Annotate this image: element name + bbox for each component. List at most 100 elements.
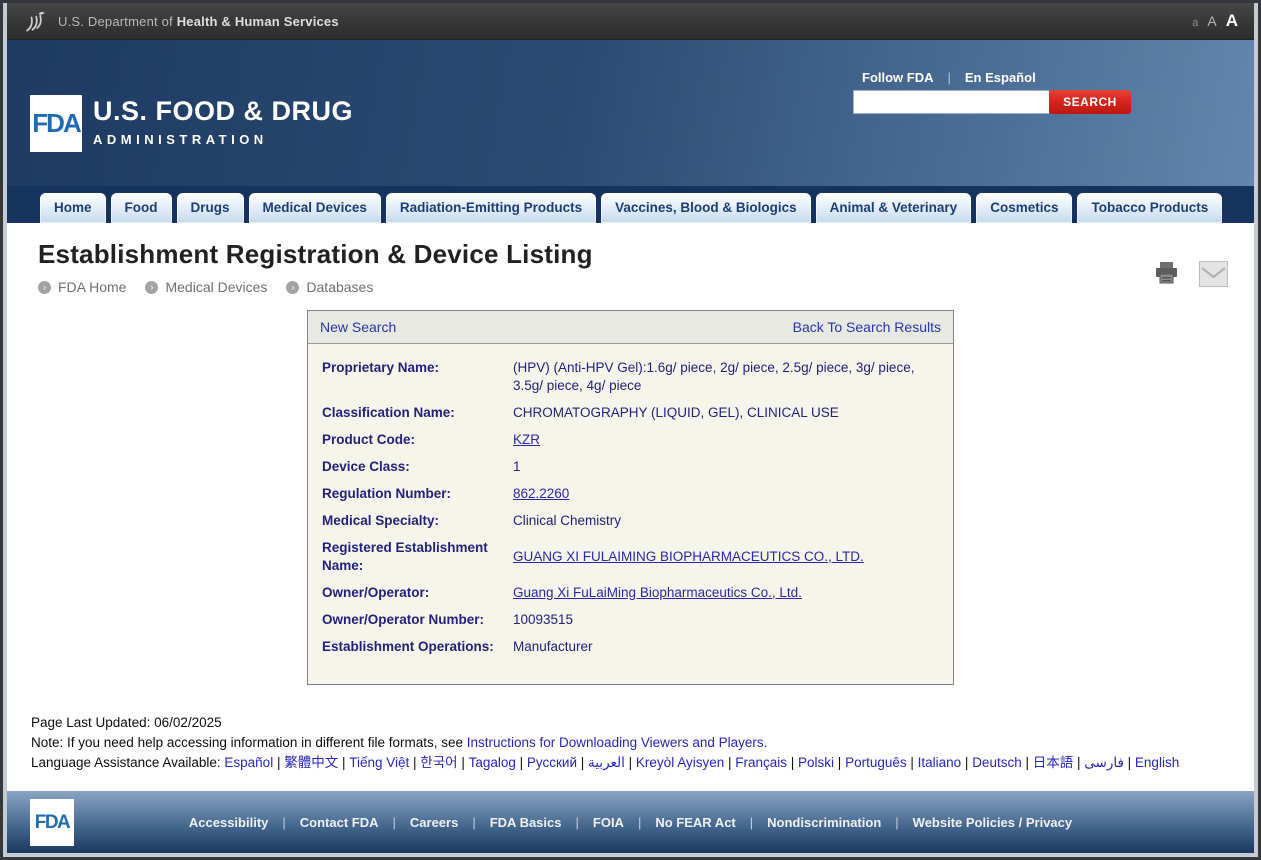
breadcrumb: › FDA Home › Medical Devices › Databases <box>38 279 1230 295</box>
breadcrumb-label: Databases <box>306 279 374 295</box>
detail-row-owner-operator-number: Owner/Operator Number: 10093515 <box>322 606 941 633</box>
language-link[interactable]: Deutsch <box>972 755 1022 770</box>
detail-label: Product Code: <box>322 431 415 447</box>
print-icon[interactable] <box>1154 261 1179 285</box>
breadcrumb-fda-home[interactable]: › FDA Home <box>38 279 126 295</box>
hhs-dept-bold: Health & Human Services <box>176 13 339 29</box>
separator: | <box>906 755 918 770</box>
footer-link[interactable]: Website Policies / Privacy <box>913 815 1072 830</box>
nav-tab[interactable]: Animal & Veterinary <box>815 193 972 223</box>
hhs-dept-text: U.S. Department of Health & Human Servic… <box>58 14 339 29</box>
viewers-players-link[interactable]: Instructions for Downloading Viewers and… <box>467 735 768 750</box>
separator: | <box>1073 755 1085 770</box>
regulation-number-link[interactable]: 862.2260 <box>513 485 569 503</box>
language-link[interactable]: 한국어 <box>420 755 457 770</box>
detail-label: Owner/Operator: <box>322 584 430 600</box>
search-button[interactable]: SEARCH <box>1049 90 1131 114</box>
breadcrumb-label: FDA Home <box>58 279 127 295</box>
page-last-updated: Page Last Updated: 06/02/2025 <box>31 715 222 730</box>
breadcrumb-arrow-icon: › <box>38 280 51 294</box>
footer-link[interactable]: Contact FDA <box>300 815 379 830</box>
footer-fda-logo-text: FDA <box>34 811 71 833</box>
fda-logo[interactable]: FDA <box>30 95 82 152</box>
font-size-medium-button[interactable]: A <box>1207 13 1216 29</box>
header-utility-links: Follow FDA | En Español <box>853 70 1131 85</box>
separator: | <box>338 755 350 770</box>
footer-fda-logo[interactable]: FDA <box>30 799 74 846</box>
detail-label: Device Class: <box>322 458 410 474</box>
separator: | <box>575 814 579 830</box>
language-link[interactable]: English <box>1135 755 1179 770</box>
nav-tab[interactable]: Home <box>40 193 106 223</box>
language-link[interactable]: 日本語 <box>1033 755 1074 770</box>
nav-tab[interactable]: Medical Devices <box>248 193 381 223</box>
language-assistance-line: Language Assistance Available: Español |… <box>31 753 1226 773</box>
separator: | <box>472 814 476 830</box>
separator: | <box>1021 755 1033 770</box>
language-link[interactable]: فارسی <box>1084 755 1124 770</box>
detail-label: Owner/Operator Number: <box>322 611 485 627</box>
language-link[interactable]: Português <box>845 755 907 770</box>
separator: | <box>515 755 527 770</box>
page-footer-notes: Page Last Updated: 06/02/2025 Note: If y… <box>31 713 1230 773</box>
detail-row-device-class: Device Class: 1 <box>322 453 941 480</box>
font-size-large-button[interactable]: A <box>1226 11 1238 31</box>
detail-label: Proprietary Name: <box>322 359 440 375</box>
separator: | <box>1123 755 1135 770</box>
breadcrumb-medical-devices[interactable]: › Medical Devices <box>145 279 267 295</box>
footer-link[interactable]: FOIA <box>593 815 624 830</box>
back-to-search-results-link[interactable]: Back To Search Results <box>793 319 941 335</box>
page-action-icons <box>1154 261 1228 287</box>
language-link[interactable]: Italiano <box>918 755 962 770</box>
language-link[interactable]: Tagalog <box>469 755 516 770</box>
result-box-body: Proprietary Name: (HPV) (Anti-HPV Gel):1… <box>308 344 953 684</box>
language-link[interactable]: Kreyòl Ayisyen <box>636 755 724 770</box>
footer-link[interactable]: FDA Basics <box>490 815 562 830</box>
detail-value: Manufacturer <box>513 638 593 654</box>
email-icon[interactable] <box>1199 261 1228 287</box>
font-size-controls: a A A <box>1192 11 1238 31</box>
nav-tab[interactable]: Cosmetics <box>976 193 1073 223</box>
registered-establishment-link[interactable]: GUANG XI FULAIMING BIOPHARMACEUTICS CO.,… <box>513 548 864 566</box>
en-espanol-link[interactable]: En Español <box>965 70 1036 85</box>
language-link[interactable]: Русский <box>527 755 577 770</box>
font-size-small-button[interactable]: a <box>1192 17 1198 29</box>
breadcrumb-label: Medical Devices <box>165 279 268 295</box>
separator: | <box>749 814 754 830</box>
search-input[interactable] <box>853 90 1049 114</box>
separator: | <box>409 755 421 770</box>
language-link[interactable]: Español <box>224 755 273 770</box>
language-link[interactable]: Français <box>735 755 787 770</box>
detail-label: Medical Specialty: <box>322 512 440 528</box>
language-link[interactable]: Tiếng Việt <box>349 755 409 770</box>
new-search-link[interactable]: New Search <box>320 319 396 335</box>
fda-header: FDA U.S. FOOD & DRUG ADMINISTRATION Foll… <box>7 40 1254 186</box>
detail-row-registered-establishment-name: Registered Establishment Name: GUANG XI … <box>322 534 941 579</box>
footer-link[interactable]: Careers <box>410 815 458 830</box>
footer-link[interactable]: Accessibility <box>189 815 269 830</box>
site-footer: FDA Accessibility | Contact FDA | Careers | FD… <box>7 791 1254 853</box>
detail-value: Clinical Chemistry <box>513 512 622 528</box>
nav-tab[interactable]: Drugs <box>176 193 244 223</box>
detail-row-classification-name: Classification Name: CHROMATOGRAPHY (LIQ… <box>322 399 941 426</box>
fda-logo-text: FDA <box>32 108 81 138</box>
footer-link[interactable]: Nondiscrimination <box>767 815 881 830</box>
breadcrumb-databases[interactable]: › Databases <box>286 279 373 295</box>
separator: | <box>282 814 286 830</box>
footer-link[interactable]: No FEAR Act <box>655 815 735 830</box>
nav-tab[interactable]: Vaccines, Blood & Biologics <box>601 193 811 223</box>
follow-fda-link[interactable]: Follow FDA <box>862 70 934 85</box>
language-assistance-label: Language Assistance Available: <box>31 755 225 770</box>
brand-line2: ADMINISTRATION <box>93 132 268 147</box>
product-code-link[interactable]: KZR <box>513 431 540 449</box>
separator: | <box>787 755 799 770</box>
nav-tab[interactable]: Radiation-Emitting Products <box>385 193 597 223</box>
language-link[interactable]: العربية <box>588 755 625 770</box>
nav-tab[interactable]: Food <box>110 193 172 223</box>
owner-operator-link[interactable]: Guang Xi FuLaiMing Biopharmaceutics Co.,… <box>513 584 802 602</box>
language-link[interactable]: Polski <box>798 755 834 770</box>
result-box-header: New Search Back To Search Results <box>308 311 953 344</box>
language-link[interactable]: 繁體中文 <box>284 755 338 770</box>
nav-tab[interactable]: Tobacco Products <box>1077 193 1223 223</box>
detail-label: Registered Establishment Name: <box>322 539 488 573</box>
